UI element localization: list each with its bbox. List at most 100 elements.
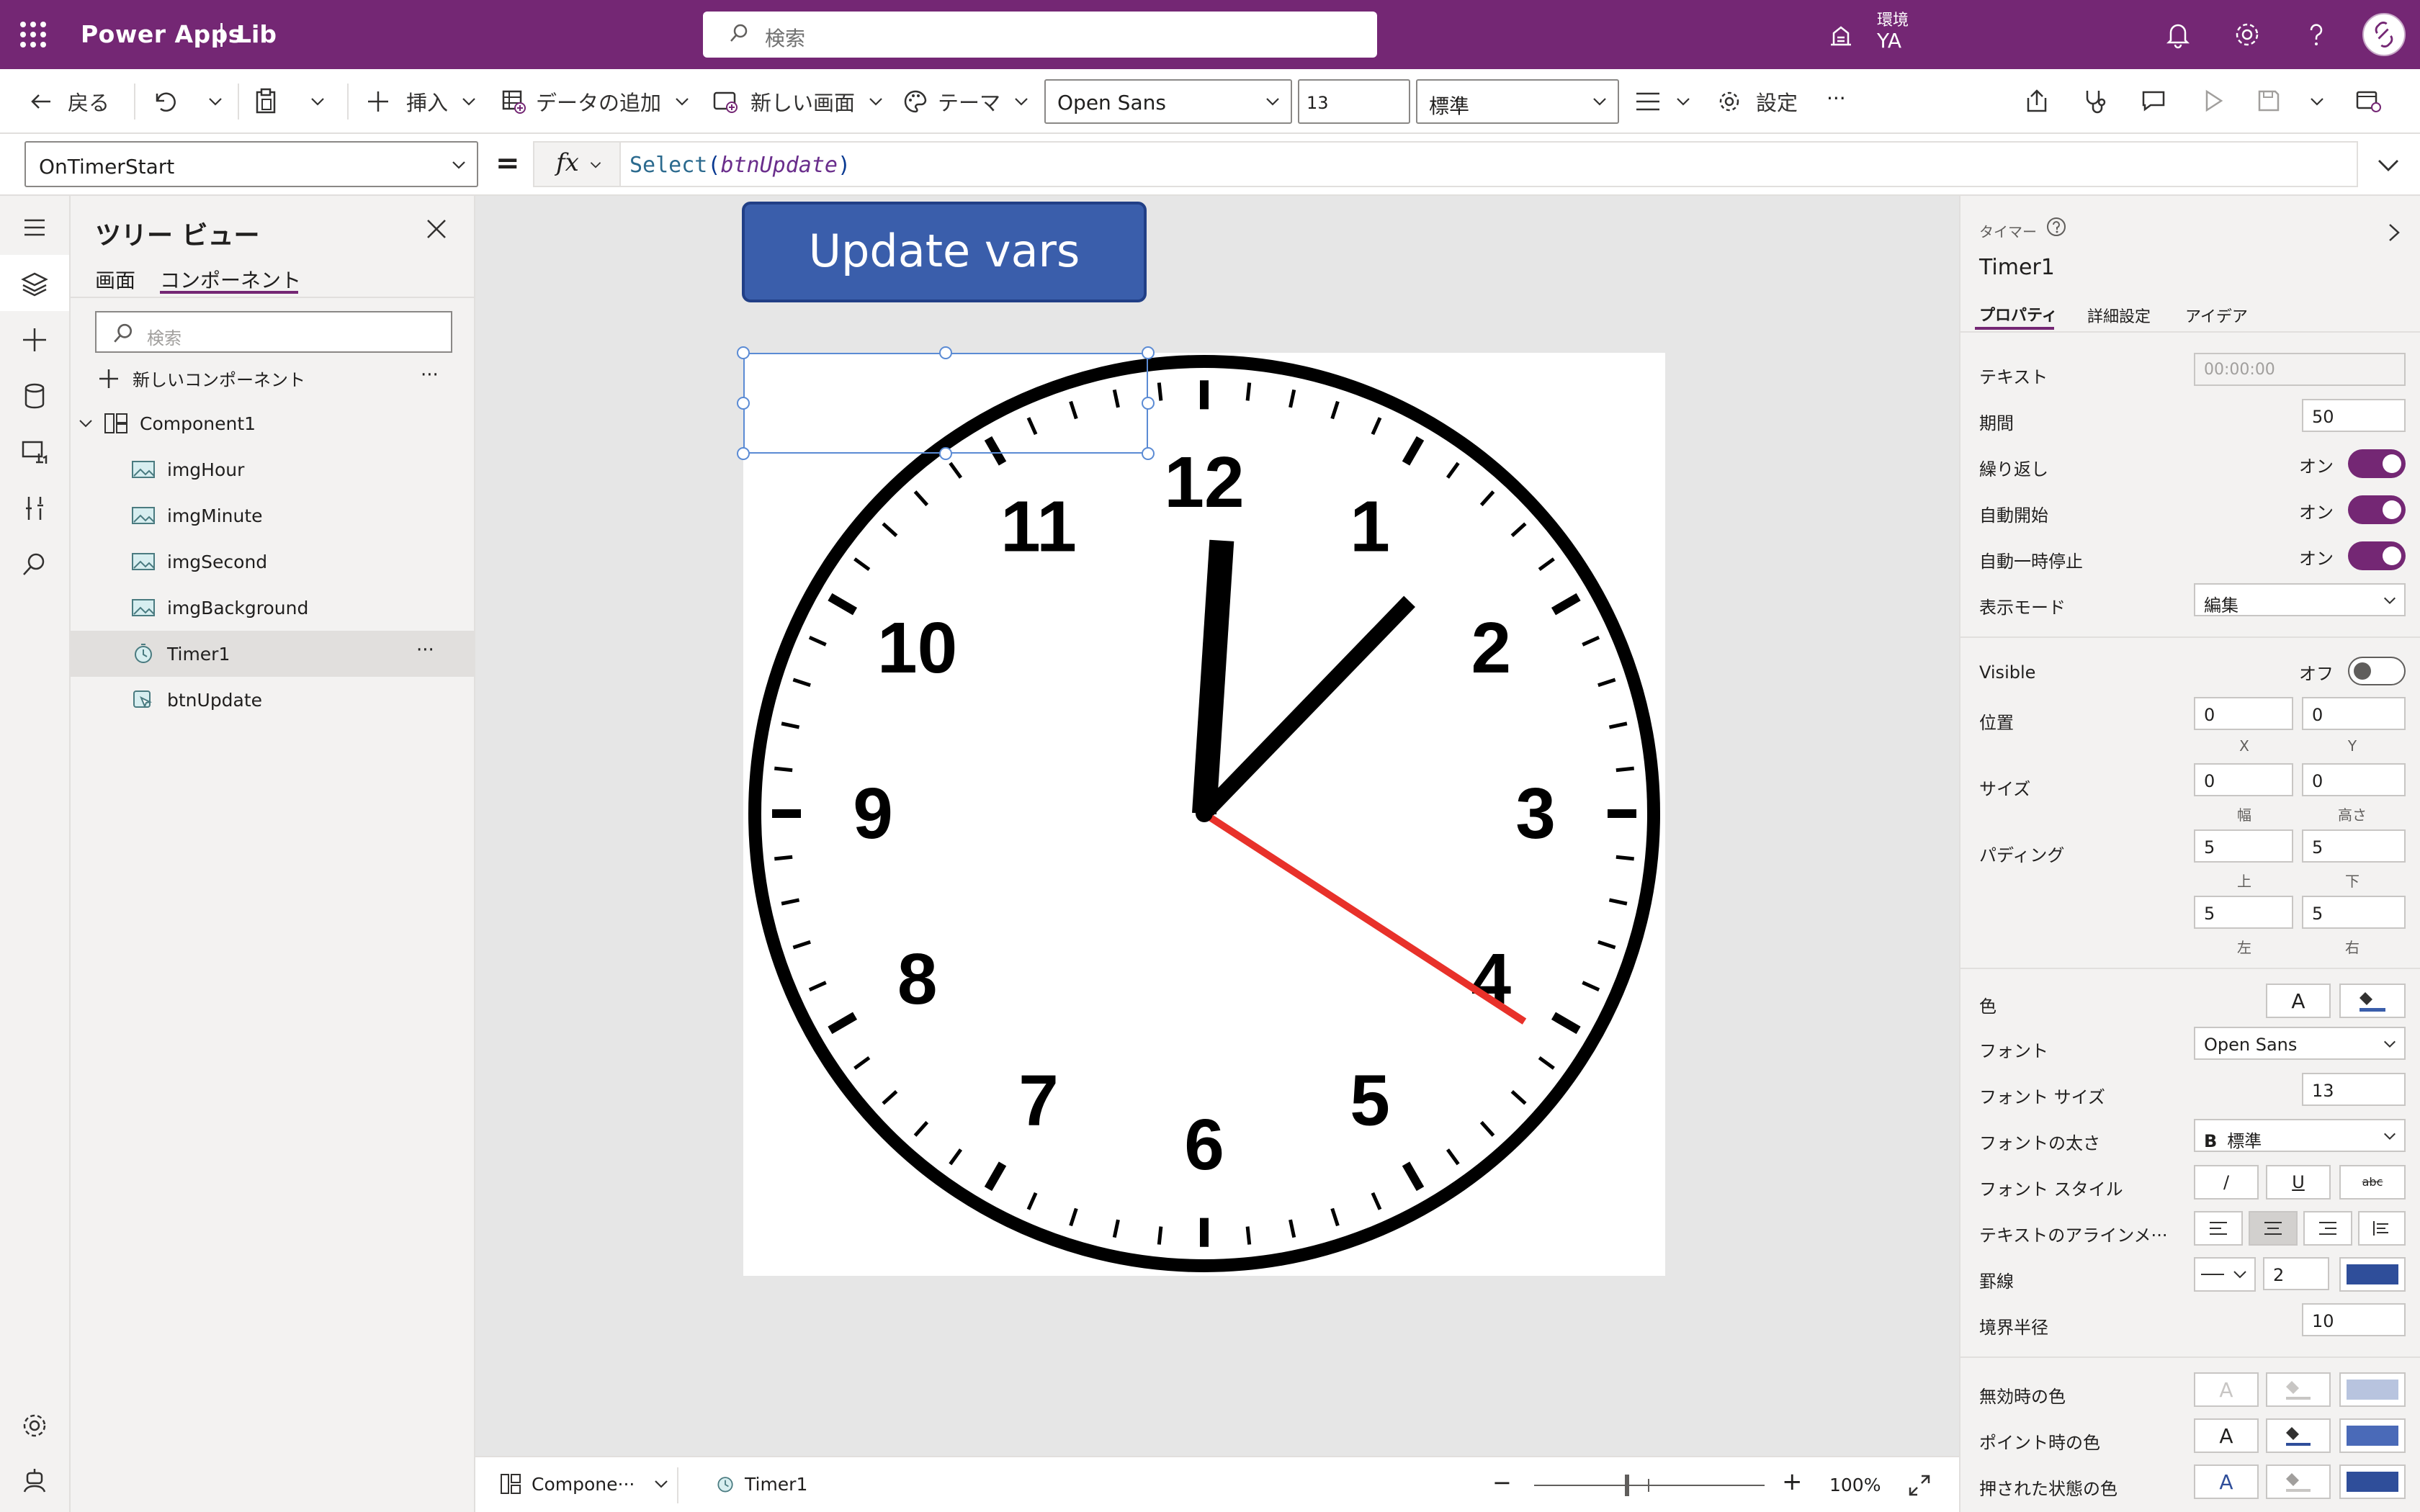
align-icon[interactable]	[1635, 91, 1661, 112]
help-icon[interactable]	[2045, 216, 2067, 238]
strikethrough-button[interactable]: abc	[2339, 1165, 2406, 1200]
control-breadcrumb[interactable]: Timer1	[714, 1473, 807, 1495]
fontsize-input[interactable]: 13	[2302, 1073, 2406, 1106]
paste-icon[interactable]	[254, 88, 278, 115]
visible-toggle[interactable]	[2348, 657, 2406, 685]
tree-search-input[interactable]: 検索	[95, 311, 452, 353]
disabled-border-color[interactable]	[2339, 1372, 2406, 1407]
chevron-down-icon[interactable]	[310, 94, 326, 109]
new-screen-button[interactable]: 新しい画面	[713, 69, 884, 134]
autostart-toggle[interactable]	[2348, 495, 2406, 524]
tab-components[interactable]: コンポーネント	[160, 265, 301, 294]
publish-icon[interactable]	[2355, 88, 2383, 114]
text-input[interactable]: 00:00:00	[2194, 353, 2406, 386]
fx-button[interactable]: fx	[534, 143, 621, 186]
duration-input[interactable]: 50	[2302, 399, 2406, 432]
chevron-down-icon[interactable]	[78, 415, 94, 431]
disabled-fill-color[interactable]	[2266, 1372, 2331, 1407]
align-left-button[interactable]	[2194, 1211, 2243, 1246]
resize-handle[interactable]	[737, 346, 750, 359]
font-weight-dropdown[interactable]: 標準	[1416, 79, 1619, 124]
share-icon[interactable]	[2024, 88, 2050, 114]
screen-breadcrumb[interactable]: Compone···	[500, 1473, 669, 1495]
app-name[interactable]: Lib	[236, 20, 277, 48]
formula-editor[interactable]: fx Select(btnUpdate)	[533, 141, 2358, 187]
chevron-down-icon[interactable]	[1675, 94, 1691, 109]
tab-screens[interactable]: 画面	[95, 265, 135, 294]
formula-text[interactable]: Select(btnUpdate)	[629, 153, 851, 178]
fill-color-picker[interactable]	[2339, 984, 2406, 1018]
position-x-input[interactable]: 0	[2194, 697, 2293, 730]
back-button[interactable]: 戻る	[29, 69, 109, 134]
radius-input[interactable]: 10	[2302, 1303, 2406, 1336]
plus-icon[interactable]	[19, 324, 50, 356]
resize-handle[interactable]	[1142, 346, 1155, 359]
more-options-icon[interactable]: ···	[421, 364, 439, 386]
save-icon[interactable]	[2256, 88, 2282, 114]
tree-node-selected[interactable]: Timer1 ···	[71, 631, 474, 677]
global-search-input[interactable]: 検索	[703, 12, 1377, 58]
clock-image[interactable]: 12 1 2 3 4 5 6 7 8 9 10 11	[743, 353, 1665, 1276]
app-checker-icon[interactable]	[2081, 88, 2107, 114]
timer-control-selection[interactable]	[737, 346, 1155, 460]
font-dropdown[interactable]: Open Sans	[2194, 1027, 2406, 1060]
text-color-picker[interactable]: A	[2266, 984, 2331, 1018]
pressed-text-color[interactable]: A	[2194, 1464, 2259, 1499]
resize-handle[interactable]	[1142, 397, 1155, 410]
settings-button[interactable]: 設定	[1717, 69, 1798, 134]
zoom-slider-thumb[interactable]	[1625, 1475, 1629, 1496]
chevron-right-icon[interactable]	[2385, 222, 2403, 243]
control-name[interactable]: Timer1	[1979, 255, 2055, 280]
tree-node[interactable]: imgMinute	[71, 492, 474, 539]
hamburger-icon[interactable]	[19, 212, 50, 243]
resize-handle[interactable]	[939, 346, 952, 359]
play-icon[interactable]	[2200, 88, 2226, 114]
underline-button[interactable]: U	[2266, 1165, 2331, 1200]
resize-handle[interactable]	[939, 447, 952, 460]
tree-node[interactable]: imgBackground	[71, 585, 474, 631]
environment-icon[interactable]	[1827, 20, 1855, 49]
theme-button[interactable]: テーマ	[903, 69, 1029, 134]
fit-to-window-icon[interactable]	[1907, 1473, 1932, 1498]
fontweight-dropdown[interactable]: B 標準	[2194, 1119, 2406, 1152]
environment-name[interactable]: YA	[1877, 29, 1901, 53]
help-icon[interactable]	[2300, 19, 2332, 50]
font-family-dropdown[interactable]: Open Sans	[1044, 79, 1292, 124]
border-style-dropdown[interactable]	[2194, 1257, 2256, 1292]
database-icon[interactable]	[19, 380, 50, 412]
hover-border-color[interactable]	[2339, 1418, 2406, 1453]
add-data-button[interactable]: データの追加	[501, 69, 690, 134]
tree-node[interactable]: imgSecond	[71, 539, 474, 585]
displaymode-dropdown[interactable]: 編集	[2194, 583, 2406, 616]
border-color-picker[interactable]	[2339, 1257, 2406, 1292]
tab-advanced[interactable]: 詳細設定	[2087, 304, 2151, 327]
user-avatar[interactable]	[2362, 13, 2406, 56]
gear-icon[interactable]	[19, 1410, 50, 1441]
tree-node[interactable]: imgHour	[71, 446, 474, 492]
disabled-text-color[interactable]: A	[2194, 1372, 2259, 1407]
bell-icon[interactable]	[2162, 19, 2194, 50]
gear-icon[interactable]	[2231, 19, 2263, 50]
tab-ideas[interactable]: アイデア	[2185, 304, 2248, 327]
tools-icon[interactable]	[19, 492, 50, 524]
zoom-in-button[interactable]: +	[1782, 1467, 1803, 1496]
tab-properties[interactable]: プロパティ	[1979, 302, 2058, 325]
expand-formula-icon[interactable]	[2377, 157, 2400, 174]
chevron-down-icon[interactable]	[207, 94, 223, 109]
zoom-slider[interactable]	[1534, 1485, 1765, 1486]
pressed-border-color[interactable]	[2339, 1464, 2406, 1499]
undo-icon[interactable]	[151, 89, 179, 114]
insert-button[interactable]: 挿入	[366, 69, 477, 134]
repeat-toggle[interactable]	[2348, 449, 2406, 478]
close-icon[interactable]	[425, 217, 448, 240]
more-commands-button[interactable]: ···	[1827, 86, 1846, 110]
align-center-button[interactable]	[2249, 1211, 2298, 1246]
layers-icon[interactable]	[19, 268, 50, 300]
padding-right-input[interactable]: 5	[2302, 896, 2406, 929]
resize-handle[interactable]	[1142, 447, 1155, 460]
more-options-icon[interactable]: ···	[416, 639, 434, 661]
position-y-input[interactable]: 0	[2302, 697, 2406, 730]
virtual-agent-icon[interactable]	[19, 1466, 50, 1498]
padding-left-input[interactable]: 5	[2194, 896, 2293, 929]
hover-text-color[interactable]: A	[2194, 1418, 2259, 1453]
